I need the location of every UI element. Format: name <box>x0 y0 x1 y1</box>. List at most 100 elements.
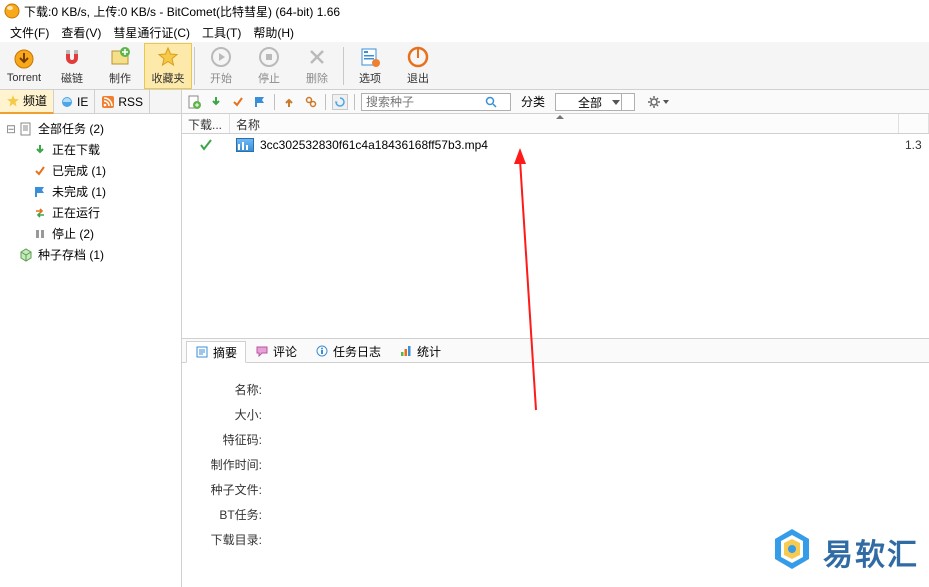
tab-stats[interactable]: 统计 <box>390 340 450 362</box>
row-status-icon <box>182 138 230 152</box>
tree-downloading-label: 正在下载 <box>52 141 100 158</box>
tab-comments[interactable]: 评论 <box>246 340 306 362</box>
sort-indicator-icon <box>556 115 564 119</box>
task-tree: ⊟ 全部任务 (2) 正在下载 已完成 (1) 未完成 (1) 正在运行 <box>0 114 181 269</box>
tab-channel[interactable]: 频道 <box>0 90 54 114</box>
menu-tools[interactable]: 工具(T) <box>196 22 247 43</box>
create-icon <box>109 46 131 68</box>
rss-icon <box>101 95 115 109</box>
toolbar-create-button[interactable]: 制作 <box>96 43 144 89</box>
toolbar-torrent-button[interactable]: Torrent <box>0 43 48 89</box>
toolbar-stop-label: 停止 <box>258 70 280 86</box>
search-box <box>361 93 511 111</box>
info-icon <box>315 344 329 358</box>
toolbar-create-label: 制作 <box>109 70 131 86</box>
flag-blue-icon[interactable] <box>252 94 268 110</box>
toolbar-stop-button[interactable]: 停止 <box>245 43 293 89</box>
main-area: 频道 IE RSS ⊟ 全部任务 (2) 正在下载 已 <box>0 90 929 587</box>
list-row[interactable]: 3cc302532830f61c4a18436168ff57b3.mp4 1.3 <box>182 134 929 155</box>
tab-log-label: 任务日志 <box>333 343 381 360</box>
detail-size-label: 大小: <box>186 406 266 423</box>
category-value: 全部 <box>578 96 602 110</box>
upload-icon[interactable] <box>281 94 297 110</box>
watermark: 易软汇 <box>771 527 919 577</box>
refresh-icon[interactable] <box>332 94 348 110</box>
delete-icon <box>306 46 328 68</box>
tab-summary[interactable]: 摘要 <box>186 341 246 363</box>
menu-file[interactable]: 文件(F) <box>4 22 55 43</box>
watermark-text: 易软汇 <box>823 530 919 574</box>
comment-icon <box>255 344 269 358</box>
link-icon[interactable] <box>303 94 319 110</box>
search-icon[interactable] <box>482 96 500 108</box>
tab-rss[interactable]: RSS <box>95 90 150 114</box>
toolbar-start-button[interactable]: 开始 <box>197 43 245 89</box>
toolbar-exit-label: 退出 <box>407 70 429 86</box>
chevron-down-icon <box>663 100 669 104</box>
tree-stopped[interactable]: 停止 (2) <box>2 223 179 244</box>
toolbar-favorites-button[interactable]: 收藏夹 <box>144 43 192 89</box>
main-toolbar: Torrent 磁链 制作 收藏夹 开始 停止 删除 选项 退出 <box>0 42 929 90</box>
add-icon[interactable] <box>186 94 202 110</box>
tree-seed-archive[interactable]: 种子存档 (1) <box>2 244 179 265</box>
torrent-icon <box>13 48 35 70</box>
toolbar-separator <box>343 47 344 85</box>
toolbar-options-label: 选项 <box>359 70 381 86</box>
stop-icon <box>258 46 280 68</box>
row-name-cell: 3cc302532830f61c4a18436168ff57b3.mp4 <box>230 138 899 152</box>
watermark-logo-icon <box>771 527 813 577</box>
col-name[interactable]: 名称 <box>230 114 899 133</box>
tab-rss-label: RSS <box>118 95 143 109</box>
toolbar-delete-label: 删除 <box>306 70 328 86</box>
tree-stopped-label: 停止 (2) <box>52 225 94 242</box>
tab-ie[interactable]: IE <box>54 90 95 114</box>
box-icon <box>18 247 34 263</box>
tree-all-tasks[interactable]: ⊟ 全部任务 (2) <box>2 118 179 139</box>
options-icon <box>359 46 381 68</box>
task-list: 下载... 名称 3cc302532830f61c4a18436168ff57b… <box>182 114 929 339</box>
toolbar-favorites-label: 收藏夹 <box>152 70 185 86</box>
toolbar-magnet-button[interactable]: 磁链 <box>48 43 96 89</box>
toolbar-delete-button[interactable]: 删除 <box>293 43 341 89</box>
tree-incomplete[interactable]: 未完成 (1) <box>2 181 179 202</box>
category-select[interactable]: 全部 <box>555 93 635 111</box>
detail-dldir-label: 下载目录: <box>186 531 266 548</box>
row-size: 1.3 <box>899 138 929 152</box>
tree-all-tasks-label: 全部任务 (2) <box>38 120 104 137</box>
magnet-icon <box>61 46 83 68</box>
star-icon <box>6 94 20 108</box>
detail-name-label: 名称: <box>186 381 266 398</box>
window-title: 下载:0 KB/s, 上传:0 KB/s - BitComet(比特彗星) (6… <box>24 3 340 20</box>
app-icon <box>4 3 20 19</box>
detail-bttask-label: BT任务: <box>186 506 266 523</box>
menu-passport[interactable]: 彗星通行证(C) <box>107 22 196 43</box>
settings-dropdown[interactable] <box>647 95 669 109</box>
tree-running[interactable]: 正在运行 <box>2 202 179 223</box>
transfer-icon <box>32 205 48 221</box>
left-tabs: 频道 IE RSS <box>0 90 181 114</box>
search-input[interactable] <box>362 95 482 109</box>
ie-icon <box>60 95 74 109</box>
toolbar-exit-button[interactable]: 退出 <box>394 43 442 89</box>
check-orange-icon[interactable] <box>230 94 246 110</box>
flag-icon <box>32 184 48 200</box>
menu-help[interactable]: 帮助(H) <box>247 22 300 43</box>
tree-completed[interactable]: 已完成 (1) <box>2 160 179 181</box>
col-size[interactable] <box>899 114 929 133</box>
exit-icon <box>407 46 429 68</box>
tab-log[interactable]: 任务日志 <box>306 340 390 362</box>
tree-downloading[interactable]: 正在下载 <box>2 139 179 160</box>
right-panel: 分类 全部 下载... 名称 3cc302532830f61c4a1843616… <box>182 90 929 587</box>
list-toolbar: 分类 全部 <box>182 90 929 114</box>
tab-channel-label: 频道 <box>23 92 47 109</box>
left-panel: 频道 IE RSS ⊟ 全部任务 (2) 正在下载 已 <box>0 90 182 587</box>
down-arrow-icon[interactable] <box>208 94 224 110</box>
col-download[interactable]: 下载... <box>182 114 230 133</box>
tab-comments-label: 评论 <box>273 343 297 360</box>
menu-view[interactable]: 查看(V) <box>55 22 107 43</box>
download-arrow-icon <box>32 142 48 158</box>
play-icon <box>210 46 232 68</box>
toolbar-options-button[interactable]: 选项 <box>346 43 394 89</box>
gear-icon <box>647 95 661 109</box>
summary-icon <box>195 345 209 359</box>
